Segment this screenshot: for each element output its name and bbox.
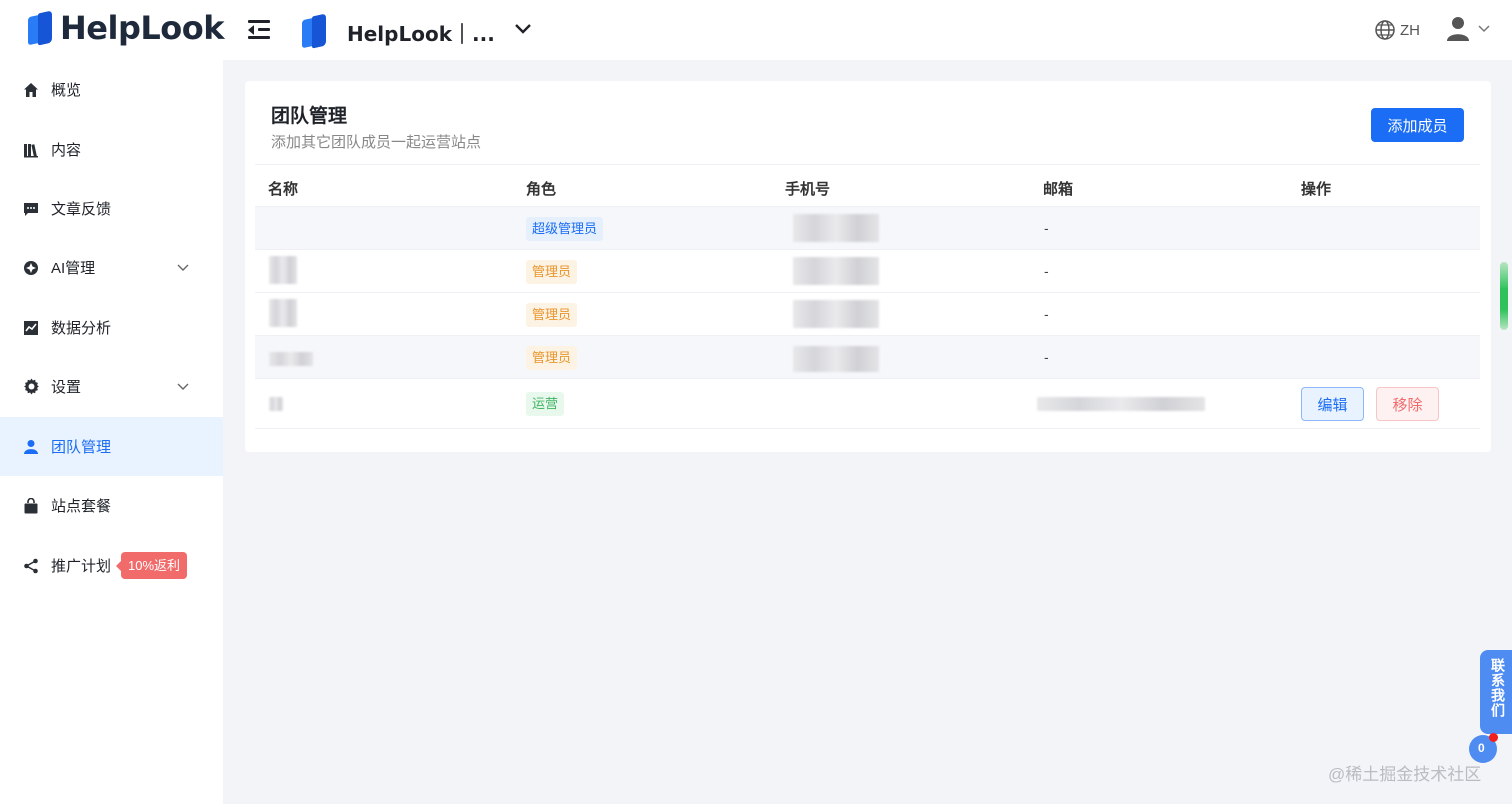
table-row: 运营 编辑 移除 bbox=[255, 378, 1480, 429]
table-row: 超级管理员 - bbox=[255, 206, 1480, 249]
members-table: 名称 角色 手机号 邮箱 操作 超级管理员 - 管理员 - 管理员 - 管理员 bbox=[255, 164, 1480, 429]
role-tag: 管理员 bbox=[526, 346, 578, 370]
chat-bubble-icon[interactable]: 0 bbox=[1469, 733, 1498, 763]
redacted-phone bbox=[793, 346, 879, 372]
sidebar-item-label: 设置 bbox=[51, 379, 82, 396]
language-switcher[interactable]: ZH bbox=[1374, 19, 1420, 41]
team-management-card: 团队管理 添加其它团队成员一起运营站点 添加成员 名称 角色 手机号 邮箱 操作… bbox=[245, 81, 1491, 452]
sidebar-item-referral[interactable]: 推广计划 10%返利 bbox=[0, 536, 223, 595]
sidebar-item-label: AI管理 bbox=[51, 260, 96, 277]
sidebar-item-label: 站点套餐 bbox=[51, 498, 112, 515]
column-phone: 手机号 bbox=[785, 181, 831, 198]
sidebar-item-label: 概览 bbox=[51, 82, 82, 99]
promo-badge: 10%返利 bbox=[115, 552, 188, 579]
page-subtitle: 添加其它团队成员一起运营站点 bbox=[271, 134, 482, 151]
column-email: 邮箱 bbox=[1043, 181, 1074, 198]
sidebar: 概览 内容 文章反馈 AI管理 数据分析 设置 团队管理 站点套餐 推广计划 1… bbox=[0, 60, 223, 804]
email-cell: - bbox=[1044, 349, 1049, 365]
sidebar-item-label: 团队管理 bbox=[51, 439, 112, 456]
comment-icon bbox=[22, 200, 40, 218]
redacted-name bbox=[269, 256, 297, 284]
top-header: HelpLook HelpLook｜... ZH bbox=[0, 0, 1512, 60]
redacted-email bbox=[1037, 397, 1205, 411]
remove-member-button[interactable]: 移除 bbox=[1376, 387, 1439, 421]
chat-count: 0 bbox=[1478, 741, 1485, 755]
menu-toggle-icon[interactable] bbox=[248, 20, 270, 40]
table-row: 管理员 - bbox=[255, 335, 1480, 378]
language-label: ZH bbox=[1400, 21, 1420, 39]
book-icon bbox=[22, 141, 40, 159]
redacted-name bbox=[269, 299, 297, 327]
add-member-button[interactable]: 添加成员 bbox=[1371, 108, 1464, 142]
chevron-down-icon bbox=[177, 264, 189, 271]
contact-us-label: 联系我们 bbox=[1490, 658, 1506, 718]
user-icon bbox=[22, 438, 40, 456]
table-row: 管理员 - bbox=[255, 249, 1480, 292]
contact-us-tab[interactable]: 联系我们 bbox=[1480, 650, 1512, 734]
app-logo[interactable]: HelpLook bbox=[26, 9, 225, 47]
ai-icon bbox=[22, 259, 40, 277]
sidebar-item-team[interactable]: 团队管理 bbox=[0, 417, 223, 476]
share-icon bbox=[22, 557, 40, 575]
role-tag: 超级管理员 bbox=[526, 217, 604, 241]
user-menu[interactable] bbox=[1446, 16, 1490, 42]
home-icon bbox=[22, 81, 40, 99]
chevron-down-icon[interactable] bbox=[514, 22, 532, 36]
role-tag: 运营 bbox=[526, 392, 565, 416]
column-role: 角色 bbox=[526, 181, 557, 198]
site-logo-icon bbox=[300, 13, 328, 49]
email-cell: - bbox=[1044, 263, 1049, 279]
bag-icon bbox=[22, 497, 40, 515]
chevron-down-icon bbox=[177, 383, 189, 390]
chart-icon bbox=[22, 319, 40, 337]
email-cell: - bbox=[1044, 306, 1049, 322]
redacted-phone bbox=[793, 257, 879, 285]
role-tag: 管理员 bbox=[526, 260, 578, 284]
sidebar-item-settings[interactable]: 设置 bbox=[0, 357, 223, 416]
sidebar-item-label: 文章反馈 bbox=[51, 201, 112, 218]
logo-text: HelpLook bbox=[60, 9, 225, 47]
role-tag: 管理员 bbox=[526, 303, 578, 327]
gear-icon bbox=[22, 378, 40, 396]
table-header: 名称 角色 手机号 邮箱 操作 bbox=[255, 164, 1480, 206]
redacted-name bbox=[269, 352, 313, 366]
sidebar-item-plan[interactable]: 站点套餐 bbox=[0, 476, 223, 535]
redacted-phone bbox=[793, 214, 879, 242]
page-title: 团队管理 bbox=[271, 106, 348, 127]
sidebar-item-label: 推广计划 bbox=[51, 558, 112, 575]
sidebar-item-ai[interactable]: AI管理 bbox=[0, 238, 223, 297]
logo-mark-icon bbox=[26, 10, 54, 46]
watermark: @稀土掘金技术社区 bbox=[1328, 765, 1482, 784]
sidebar-item-label: 内容 bbox=[51, 142, 82, 159]
email-cell: - bbox=[1044, 220, 1049, 236]
table-row: 管理员 - bbox=[255, 292, 1480, 335]
edit-member-button[interactable]: 编辑 bbox=[1301, 387, 1364, 421]
avatar-icon bbox=[1447, 17, 1469, 41]
sidebar-item-overview[interactable]: 概览 bbox=[0, 60, 223, 119]
site-name[interactable]: HelpLook｜... bbox=[347, 18, 495, 47]
globe-icon bbox=[1375, 20, 1395, 40]
sidebar-item-analytics[interactable]: 数据分析 bbox=[0, 298, 223, 357]
column-actions: 操作 bbox=[1301, 181, 1332, 198]
sidebar-item-feedback[interactable]: 文章反馈 bbox=[0, 179, 223, 238]
redacted-name bbox=[269, 397, 283, 411]
sidebar-item-content[interactable]: 内容 bbox=[0, 120, 223, 179]
redacted-phone bbox=[793, 300, 879, 328]
sidebar-item-label: 数据分析 bbox=[51, 320, 112, 337]
chevron-down-icon bbox=[1478, 25, 1490, 33]
scroll-indicator[interactable] bbox=[1500, 262, 1508, 330]
column-name: 名称 bbox=[268, 181, 299, 198]
